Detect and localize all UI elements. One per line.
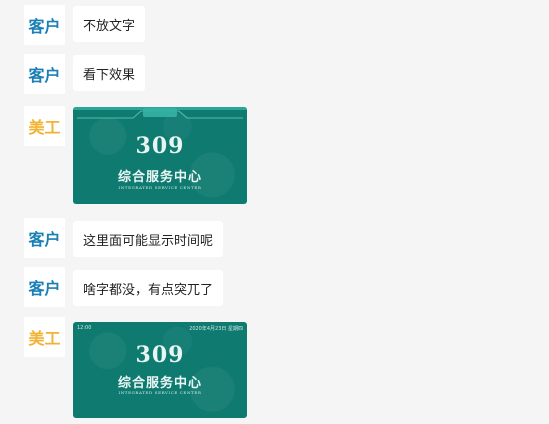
room-title: 综合服务中心: [117, 376, 202, 391]
card-background-pattern: [73, 322, 247, 418]
card-date: 2020年4月23日 星期四: [189, 326, 243, 332]
avatar-customer[interactable]: 客户: [24, 267, 65, 307]
card-top-ornament: [73, 107, 247, 119]
room-title: 综合服务中心: [117, 170, 202, 185]
avatar-designer[interactable]: 美工: [24, 106, 65, 146]
room-subtitle: INTEGRATED SERVICE CENTER: [118, 390, 202, 395]
avatar-customer[interactable]: 客户: [24, 54, 65, 94]
room-number: 309: [135, 342, 185, 368]
image-message[interactable]: 309 综合服务中心 INTEGRATED SERVICE CENTER: [73, 107, 247, 204]
room-subtitle: INTEGRATED SERVICE CENTER: [118, 185, 202, 190]
message-bubble[interactable]: 这里面可能显示时间呢: [73, 221, 224, 257]
room-number: 309: [135, 133, 185, 159]
avatar-customer[interactable]: 客户: [24, 218, 65, 258]
message-bubble[interactable]: 看下效果: [73, 55, 146, 91]
avatar-customer[interactable]: 客户: [24, 5, 65, 45]
message-bubble[interactable]: 啥字都没，有点突兀了: [73, 270, 224, 306]
avatar-designer[interactable]: 美工: [24, 317, 65, 357]
message-bubble[interactable]: 不放文字: [73, 6, 146, 42]
image-message[interactable]: 12:00 2020年4月23日 星期四 309 综合服务中心 INTEGRAT…: [73, 322, 247, 418]
card-time: 12:00: [77, 325, 92, 331]
